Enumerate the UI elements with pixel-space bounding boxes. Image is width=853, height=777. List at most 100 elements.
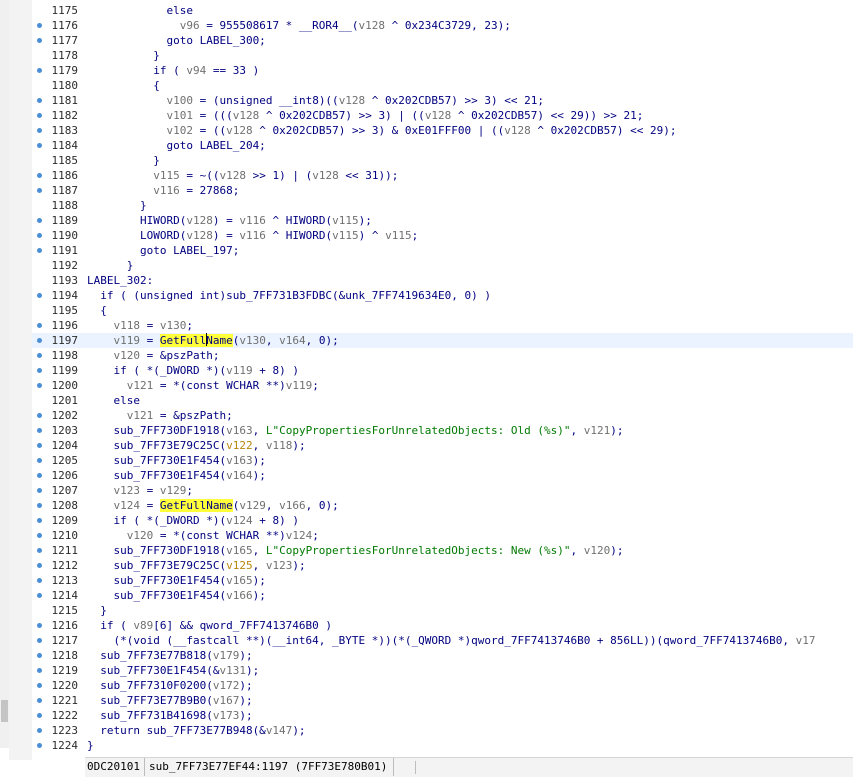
breakpoint-dot-icon[interactable] <box>37 128 42 133</box>
code-line[interactable]: 1195 { <box>32 303 853 318</box>
breakpoint-gutter[interactable] <box>9 0 32 760</box>
code-line[interactable]: 1184 goto LABEL_204; <box>32 138 853 153</box>
code-line[interactable]: 1202 v121 = &pszPath; <box>32 408 853 423</box>
breakpoint-dot-icon[interactable] <box>37 578 42 583</box>
code-line[interactable]: 1178 } <box>32 48 853 63</box>
code-line[interactable]: 1223 return sub_7FF73E77B948(&v147); <box>32 723 853 738</box>
breakpoint-dot-icon[interactable] <box>37 563 42 568</box>
code-line[interactable]: 1186 v115 = ~((v128 >> 1) | (v128 << 31)… <box>32 168 853 183</box>
scrollbar-thumb[interactable] <box>1 700 8 722</box>
code-line[interactable]: 1199 if ( *(_DWORD *)(v119 + 8) ) <box>32 363 853 378</box>
breakpoint-dot-icon[interactable] <box>37 653 42 658</box>
code-line[interactable]: 1224} <box>32 738 853 753</box>
code-line[interactable]: 1193 LABEL_302: <box>32 273 853 288</box>
code-line[interactable]: 1222 sub_7FF731B41698(v173); <box>32 708 853 723</box>
code-line[interactable]: 1209 if ( *(_DWORD *)(v124 + 8) ) <box>32 513 853 528</box>
breakpoint-dot-icon[interactable] <box>37 383 42 388</box>
breakpoint-dot-icon[interactable] <box>37 713 42 718</box>
code-line[interactable]: 1218 sub_7FF73E77B818(v179); <box>32 648 853 663</box>
breakpoint-dot-icon[interactable] <box>37 188 42 193</box>
code-line[interactable]: 1204 sub_7FF73E79C25C(v122, v118); <box>32 438 853 453</box>
breakpoint-dot-icon[interactable] <box>37 68 42 73</box>
breakpoint-dot-icon[interactable] <box>37 23 42 28</box>
breakpoint-dot-icon[interactable] <box>37 38 42 43</box>
breakpoint-dot-icon[interactable] <box>37 593 42 598</box>
code-line[interactable]: 1189 HIWORD(v128) = v116 ^ HIWORD(v115); <box>32 213 853 228</box>
breakpoint-dot-icon[interactable] <box>37 293 42 298</box>
code-line[interactable]: 1175 else <box>32 3 853 18</box>
code-line[interactable]: 1213 sub_7FF730E1F454(v165); <box>32 573 853 588</box>
breakpoint-dot-icon[interactable] <box>37 218 42 223</box>
code-line[interactable]: 1197 v119 = GetFullName(v130, v164, 0); <box>32 333 853 348</box>
breakpoint-dot-icon[interactable] <box>37 638 42 643</box>
code-line[interactable]: 1190 LOWORD(v128) = v116 ^ HIWORD(v115) … <box>32 228 853 243</box>
code-line[interactable]: 1205 sub_7FF730E1F454(v163); <box>32 453 853 468</box>
code-line[interactable]: 1217 (*(void (__fastcall **)(__int64, _B… <box>32 633 853 648</box>
breakpoint-dot-icon[interactable] <box>37 698 42 703</box>
breakpoint-dot-icon[interactable] <box>37 98 42 103</box>
variable-token: v119 <box>285 379 313 392</box>
code-line[interactable]: 1214 sub_7FF730E1F454(v166); <box>32 588 853 603</box>
breakpoint-dot-icon[interactable] <box>37 548 42 553</box>
breakpoint-dot-icon[interactable] <box>37 143 42 148</box>
code-line[interactable]: 1201 else <box>32 393 853 408</box>
code-line[interactable]: 1221 sub_7FF73E77B9B0(v167); <box>32 693 853 708</box>
highlighted-identifier[interactable]: GetFullName <box>159 333 233 347</box>
breakpoint-dot-icon[interactable] <box>37 443 42 448</box>
code-line[interactable]: 1216 if ( v89[6] && qword_7FF7413746B0 ) <box>32 618 853 633</box>
line-number: 1210 <box>51 529 79 542</box>
code-line[interactable]: 1181 v100 = (unsigned __int8)((v128 ^ 0x… <box>32 93 853 108</box>
code-line[interactable]: 1179 if ( v94 == 33 ) <box>32 63 853 78</box>
breakpoint-dot-icon[interactable] <box>37 353 42 358</box>
code-line[interactable]: 1182 v101 = (((v128 ^ 0x202CDB57) >> 3) … <box>32 108 853 123</box>
code-line[interactable]: 1196 v118 = v130; <box>32 318 853 333</box>
breakpoint-dot-icon[interactable] <box>37 683 42 688</box>
breakpoint-dot-icon[interactable] <box>37 488 42 493</box>
breakpoint-dot-icon[interactable] <box>37 173 42 178</box>
breakpoint-dot-icon[interactable] <box>37 113 42 118</box>
breakpoint-dot-icon[interactable] <box>37 623 42 628</box>
code-line[interactable]: 1194 if ( (unsigned int)sub_7FF731B3FDBC… <box>32 288 853 303</box>
code-line[interactable]: 1215 } <box>32 603 853 618</box>
breakpoint-dot-icon[interactable] <box>37 413 42 418</box>
code-line[interactable]: 1185 } <box>32 153 853 168</box>
code-line[interactable]: 1183 v102 = ((v128 ^ 0x202CDB57) >> 3) &… <box>32 123 853 138</box>
breakpoint-dot-icon[interactable] <box>37 323 42 328</box>
code-line[interactable]: 1198 v120 = &pszPath; <box>32 348 853 363</box>
code-line[interactable]: 1192 } <box>32 258 853 273</box>
code-line[interactable]: 1207 v123 = v129; <box>32 483 853 498</box>
breakpoint-dot-icon[interactable] <box>37 368 42 373</box>
highlighted-identifier[interactable]: GetFullName <box>159 499 233 512</box>
code-line[interactable]: 1208 v124 = GetFullName(v129, v166, 0); <box>32 498 853 513</box>
code-line[interactable]: 1177 goto LABEL_300; <box>32 33 853 48</box>
code-line[interactable]: 1191 goto LABEL_197; <box>32 243 853 258</box>
code-line[interactable]: 1200 v121 = *(const WCHAR **)v119; <box>32 378 853 393</box>
code-line[interactable]: 1188 } <box>32 198 853 213</box>
breakpoint-dot-icon[interactable] <box>37 743 42 748</box>
breakpoint-dot-icon[interactable] <box>37 233 42 238</box>
breakpoint-dot-icon[interactable] <box>37 668 42 673</box>
breakpoint-dot-icon[interactable] <box>37 428 42 433</box>
vertical-scrollbar[interactable] <box>0 0 9 748</box>
breakpoint-dot-icon[interactable] <box>37 503 42 508</box>
code-line[interactable]: 1176 v96 = 955508617 * __ROR4__(v128 ^ 0… <box>32 18 853 33</box>
breakpoint-dot-icon[interactable] <box>37 458 42 463</box>
breakpoint-dot-icon[interactable] <box>37 473 42 478</box>
pseudocode-view[interactable]: 1175 else 1176 v96 = 955508617 * __ROR4__… <box>32 0 853 757</box>
code-line[interactable]: 1203 sub_7FF730DF1918(v163, L"CopyProper… <box>32 423 853 438</box>
breakpoint-dot-icon[interactable] <box>37 728 42 733</box>
code-line[interactable]: 1219 sub_7FF730E1F454(&v131); <box>32 663 853 678</box>
breakpoint-dot-icon[interactable] <box>37 338 42 343</box>
code-line[interactable]: 1211 sub_7FF730DF1918(v165, L"CopyProper… <box>32 543 853 558</box>
code-line[interactable]: 1206 sub_7FF730E1F454(v164); <box>32 468 853 483</box>
code-token: ); <box>358 214 372 227</box>
breakpoint-dot-icon[interactable] <box>37 518 42 523</box>
code-line[interactable]: 1212 sub_7FF73E79C25C(v125, v123); <box>32 558 853 573</box>
code-line[interactable]: 1210 v120 = *(const WCHAR **)v124; <box>32 528 853 543</box>
breakpoint-dot-icon[interactable] <box>37 248 42 253</box>
code-line[interactable]: 1180 { <box>32 78 853 93</box>
code-line[interactable]: 1220 sub_7FF7310F0200(v172); <box>32 678 853 693</box>
code-line[interactable]: 1187 v116 = 27868; <box>32 183 853 198</box>
breakpoint-dot-icon[interactable] <box>37 533 42 538</box>
